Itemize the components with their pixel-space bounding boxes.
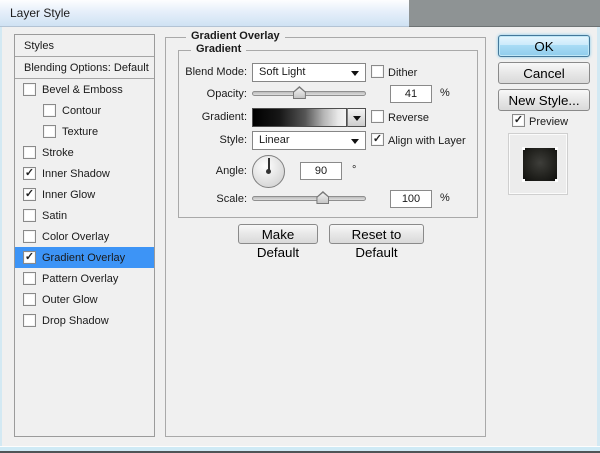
angle-unit: ° [352, 164, 356, 176]
style-effect-label: Texture [62, 126, 98, 138]
style-label: Style: [150, 134, 247, 146]
styles-list-item-outer-glow[interactable]: Outer Glow [15, 289, 154, 310]
window-title: Layer Style [10, 6, 70, 20]
reverse-checkbox[interactable] [371, 110, 384, 123]
reverse-label: Reverse [388, 112, 429, 124]
gradient-preview-well[interactable] [252, 108, 347, 127]
layer-style-dialog: Layer Style Styles Blending Options: Def… [0, 0, 600, 453]
styles-list-item-gradient-overlay[interactable]: Gradient Overlay [15, 247, 154, 268]
chevron-down-icon [353, 116, 361, 121]
titlebar-gray-overlap [409, 0, 600, 27]
styles-list-item-texture[interactable]: Texture [15, 121, 154, 142]
ok-button[interactable]: OK [498, 35, 590, 57]
handle-icon [555, 179, 558, 182]
style-effect-checkbox[interactable] [43, 125, 56, 138]
styles-list-item-stroke[interactable]: Stroke [15, 142, 154, 163]
title-bar[interactable]: Layer Style [0, 0, 409, 27]
styles-header[interactable]: Styles [15, 35, 154, 57]
styles-list-item-satin[interactable]: Satin [15, 205, 154, 226]
gradient-picker-button[interactable] [347, 108, 366, 127]
style-effect-label: Inner Shadow [42, 168, 110, 180]
opacity-input[interactable]: 41 [390, 85, 432, 103]
opacity-label: Opacity: [150, 88, 247, 100]
dither-label: Dither [388, 67, 417, 79]
style-effect-label: Stroke [42, 147, 74, 159]
style-effect-label: Satin [42, 210, 67, 222]
styles-list-item-contour[interactable]: Contour [15, 100, 154, 121]
preview-label: Preview [529, 116, 568, 128]
blending-options-item[interactable]: Blending Options: Default [15, 57, 154, 79]
preview-checkbox[interactable] [512, 114, 525, 127]
chevron-down-icon [351, 139, 359, 144]
styles-list: Bevel & Emboss Contour Texture Stroke Inner … [15, 79, 154, 331]
blend-mode-label: Blend Mode: [150, 66, 247, 78]
make-default-button[interactable]: Make Default [238, 224, 318, 244]
opacity-slider[interactable] [252, 91, 366, 96]
styles-list-item-bevel-emboss[interactable]: Bevel & Emboss [15, 79, 154, 100]
scale-label: Scale: [150, 193, 247, 205]
align-with-layer-label: Align with Layer [388, 135, 466, 147]
gradient-label: Gradient: [150, 111, 247, 123]
styles-list-item-inner-shadow[interactable]: Inner Shadow [15, 163, 154, 184]
scale-unit: % [440, 192, 450, 204]
style-effect-checkbox[interactable] [23, 230, 36, 243]
align-with-layer-checkbox[interactable] [371, 133, 384, 146]
blend-mode-dropdown[interactable]: Soft Light [252, 63, 366, 82]
new-style-button[interactable]: New Style... [498, 89, 590, 111]
handle-icon [555, 147, 558, 150]
blend-mode-value: Soft Light [259, 66, 305, 78]
styles-list-item-color-overlay[interactable]: Color Overlay [15, 226, 154, 247]
style-effect-checkbox[interactable] [23, 83, 36, 96]
style-effect-label: Gradient Overlay [42, 252, 125, 264]
angle-dial[interactable] [252, 155, 285, 188]
handle-icon [522, 179, 525, 182]
opacity-unit: % [440, 87, 450, 99]
window-border-left [0, 27, 2, 447]
style-effect-label: Outer Glow [42, 294, 98, 306]
scale-slider[interactable] [252, 196, 366, 201]
angle-dial-center [266, 169, 271, 174]
preview-thumbnail [508, 133, 568, 195]
style-effect-checkbox[interactable] [23, 251, 36, 264]
cancel-button[interactable]: Cancel [498, 62, 590, 84]
style-effect-label: Color Overlay [42, 231, 109, 243]
styles-list-item-pattern-overlay[interactable]: Pattern Overlay [15, 268, 154, 289]
angle-label: Angle: [150, 165, 247, 177]
style-effect-checkbox[interactable] [23, 188, 36, 201]
style-effect-label: Contour [62, 105, 101, 117]
preview-gradient-square [523, 148, 557, 181]
styles-list-item-inner-glow[interactable]: Inner Glow [15, 184, 154, 205]
style-effect-label: Pattern Overlay [42, 273, 118, 285]
group-title: Gradient [191, 43, 246, 55]
style-effect-checkbox[interactable] [23, 209, 36, 222]
style-dropdown[interactable]: Linear [252, 131, 366, 150]
chevron-down-icon [351, 71, 359, 76]
scale-input[interactable]: 100 [390, 190, 432, 208]
style-effect-label: Inner Glow [42, 189, 95, 201]
style-effect-checkbox[interactable] [23, 314, 36, 327]
style-effect-checkbox[interactable] [23, 167, 36, 180]
styles-panel: Styles Blending Options: Default Bevel &… [14, 34, 155, 437]
style-effect-checkbox[interactable] [23, 272, 36, 285]
style-value: Linear [259, 134, 290, 146]
style-effect-label: Bevel & Emboss [42, 84, 123, 96]
style-effect-label: Drop Shadow [42, 315, 109, 327]
handle-icon [522, 147, 525, 150]
style-effect-checkbox[interactable] [23, 146, 36, 159]
style-effect-checkbox[interactable] [43, 104, 56, 117]
styles-list-item-drop-shadow[interactable]: Drop Shadow [15, 310, 154, 331]
reset-to-default-button[interactable]: Reset to Default [329, 224, 424, 244]
dither-checkbox[interactable] [371, 65, 384, 78]
angle-input[interactable]: 90 [300, 162, 342, 180]
style-effect-checkbox[interactable] [23, 293, 36, 306]
pane-title: Gradient Overlay [186, 30, 285, 42]
